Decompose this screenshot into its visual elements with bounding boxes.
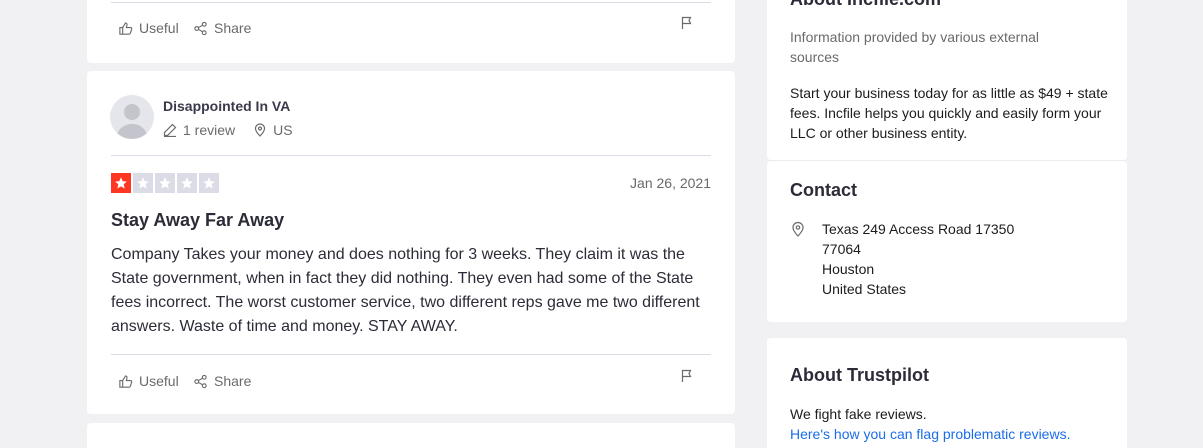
review-card: Disappointed In VA 1 review US Jan 26, 2… bbox=[87, 71, 735, 414]
star-empty-icon bbox=[199, 173, 219, 193]
contact-title: Contact bbox=[790, 180, 857, 200]
user-silhouette-icon bbox=[116, 104, 148, 139]
address-line: Houston bbox=[822, 261, 875, 277]
share-label: Share bbox=[214, 20, 252, 36]
share-icon bbox=[194, 21, 207, 35]
reviewer-country: US bbox=[253, 122, 293, 138]
country-label: US bbox=[273, 122, 293, 138]
divider bbox=[111, 2, 711, 3]
divider bbox=[111, 354, 711, 355]
share-button[interactable]: Share bbox=[193, 20, 251, 36]
flag-icon[interactable] bbox=[680, 16, 694, 30]
review-count-label: 1 review bbox=[183, 122, 236, 138]
about-trustpilot-card: About Trustpilot We fight fake reviews. … bbox=[767, 338, 1127, 448]
review-title[interactable]: Stay Away Far Away bbox=[111, 210, 284, 231]
about-company-card: About Incfile.com Information provided b… bbox=[767, 0, 1127, 160]
previous-review-card: Useful Share bbox=[87, 0, 735, 63]
useful-button[interactable]: Useful bbox=[118, 20, 179, 36]
useful-label: Useful bbox=[139, 373, 179, 389]
star-filled-icon bbox=[111, 173, 131, 193]
share-label: Share bbox=[214, 373, 252, 389]
reviewer-meta: 1 review US bbox=[163, 122, 311, 138]
address-line: 77064 bbox=[822, 241, 861, 257]
share-button[interactable]: Share bbox=[193, 373, 251, 389]
address-line: Texas 249 Access Road 17350 bbox=[822, 221, 1015, 237]
next-review-card bbox=[87, 423, 735, 448]
pencil-icon bbox=[163, 123, 177, 137]
contact-address: Texas 249 Access Road 17350 77064 Housto… bbox=[822, 219, 1014, 299]
trustpilot-title: About Trustpilot bbox=[790, 365, 929, 385]
contact-card: Contact Texas 249 Access Road 17350 7706… bbox=[767, 160, 1127, 322]
location-pin-icon bbox=[792, 221, 804, 237]
avatar bbox=[110, 95, 154, 139]
share-icon bbox=[194, 374, 207, 388]
flag-icon[interactable] bbox=[680, 369, 694, 383]
star-empty-icon bbox=[177, 173, 197, 193]
star-empty-icon bbox=[133, 173, 153, 193]
useful-label: Useful bbox=[139, 20, 179, 36]
location-pin-icon bbox=[255, 123, 266, 137]
about-title: About Incfile.com bbox=[790, 0, 941, 10]
review-count: 1 review bbox=[163, 122, 235, 138]
star-empty-icon bbox=[155, 173, 175, 193]
about-source-note: Information provided by various external… bbox=[790, 29, 1040, 65]
thumbs-up-icon bbox=[119, 374, 133, 388]
divider bbox=[111, 155, 711, 156]
flag-reviews-link[interactable]: Here's how you can flag problematic revi… bbox=[790, 424, 1110, 444]
star-rating bbox=[111, 173, 221, 193]
trustpilot-text: We fight fake reviews. bbox=[790, 406, 927, 422]
useful-button[interactable]: Useful bbox=[118, 373, 179, 389]
review-text: Company Takes your money and does nothin… bbox=[111, 246, 700, 335]
review-date: Jan 26, 2021 bbox=[630, 175, 711, 191]
reviewer-name[interactable]: Disappointed In VA bbox=[163, 98, 290, 114]
about-description: Start your business today for as little … bbox=[790, 85, 1108, 141]
thumbs-up-icon bbox=[119, 21, 133, 35]
address-line: United States bbox=[822, 281, 907, 297]
